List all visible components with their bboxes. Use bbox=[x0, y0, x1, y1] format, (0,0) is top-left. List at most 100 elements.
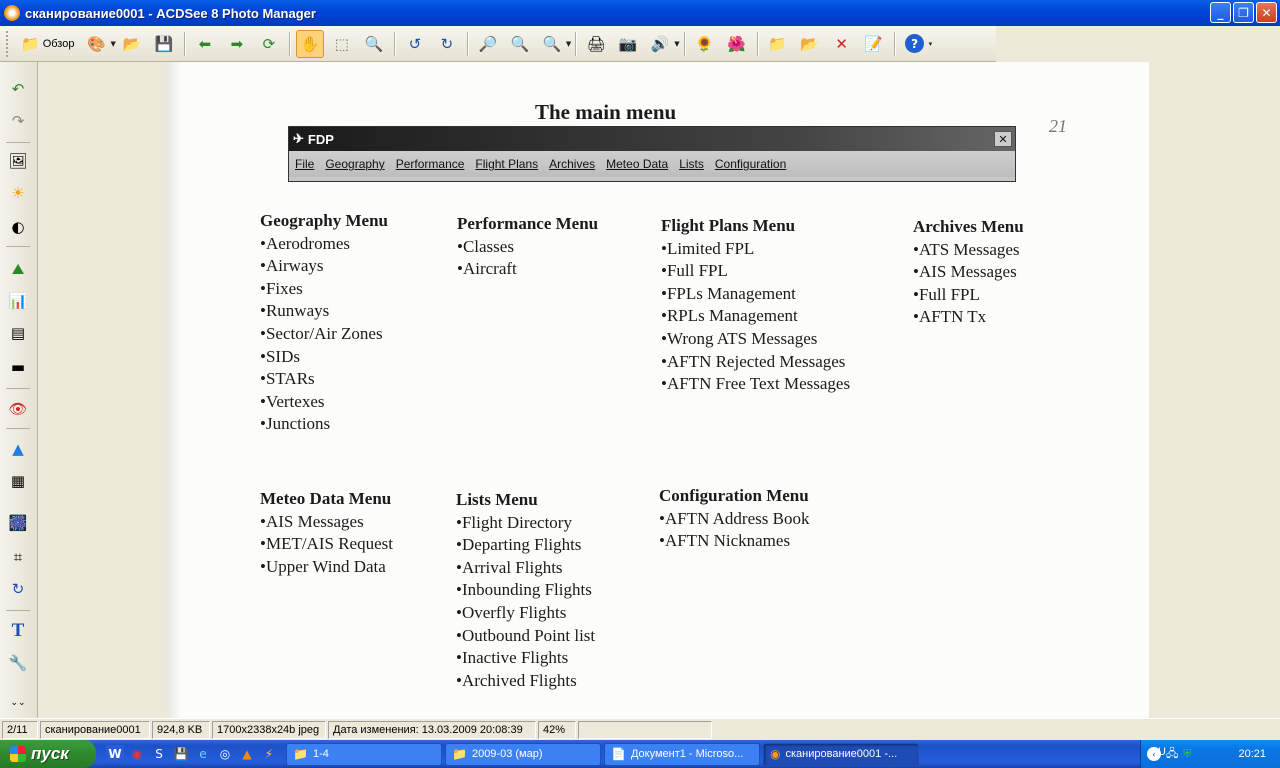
task-label: 1-4 bbox=[312, 748, 329, 760]
clock[interactable]: 20:21 bbox=[1238, 748, 1266, 760]
previous-image-button[interactable]: ⬅ bbox=[191, 30, 219, 58]
edit-button[interactable]: 🎨 bbox=[82, 30, 110, 58]
list-item: Vertexes bbox=[260, 391, 388, 414]
hand-tool-button[interactable]: ✋ bbox=[295, 29, 324, 58]
browse-button[interactable]: 📁 Обзор bbox=[17, 30, 78, 58]
status-filesize: 924,8 KB bbox=[152, 720, 210, 739]
skype-icon[interactable]: S bbox=[150, 745, 168, 763]
toolbar-separator bbox=[466, 31, 468, 56]
internet-explorer-icon[interactable]: e bbox=[194, 745, 212, 763]
fdp-close-icon: ✕ bbox=[994, 131, 1012, 147]
red-eye-button[interactable]: 👁 bbox=[7, 398, 29, 420]
effects-button[interactable]: 🎆 bbox=[7, 512, 29, 534]
word-icon: 📄 bbox=[611, 747, 626, 761]
audio-dropdown-icon[interactable]: ▼ bbox=[674, 40, 679, 48]
histogram-button[interactable]: 📊 bbox=[7, 290, 29, 312]
wallpaper-tiled-button[interactable]: 🌺 bbox=[723, 30, 751, 58]
zoom-dropdown-icon[interactable]: ▼ bbox=[566, 40, 571, 48]
opera-icon[interactable]: ◉ bbox=[128, 745, 146, 763]
geography-menu-list: Geography Menu Aerodromes Airways Fixes … bbox=[260, 210, 388, 436]
selection-rectangle-icon: ⬚ bbox=[334, 34, 349, 53]
list-item: AIS Messages bbox=[260, 511, 393, 534]
taskbar-item-folder-1-4[interactable]: 📁 1-4 bbox=[286, 742, 442, 766]
folder-icon: 📁 bbox=[452, 747, 467, 761]
window-title: сканирование0001 - ACDSee 8 Photo Manage… bbox=[25, 5, 316, 21]
zoom-in-button[interactable]: 🔎 bbox=[474, 30, 502, 58]
menu-heading: Meteo Data Menu bbox=[260, 489, 392, 508]
auto-advance-button[interactable]: ⟳ bbox=[255, 30, 283, 58]
print-button[interactable]: 🖨 bbox=[582, 30, 610, 58]
minimize-button[interactable]: _ bbox=[1210, 2, 1231, 23]
restore-button[interactable]: ❐ bbox=[1233, 2, 1254, 23]
left-toolbar-expand-button[interactable]: ⌄⌄ bbox=[7, 696, 29, 710]
select-tool-button[interactable]: ⬚ bbox=[328, 30, 356, 58]
delete-x-icon: ✕ bbox=[835, 34, 848, 53]
rotate-right-button[interactable]: ↻ bbox=[433, 30, 461, 58]
list-item: AFTN Rejected Messages bbox=[661, 351, 850, 374]
taskbar-item-folder-2009-03[interactable]: 📁 2009-03 (мар) bbox=[445, 742, 601, 766]
fdp-title: FDP bbox=[307, 131, 334, 147]
toolbar-grip[interactable] bbox=[6, 30, 9, 57]
zoom-tool-button[interactable]: 🔍 bbox=[360, 30, 388, 58]
acdsee-app-icon[interactable] bbox=[4, 5, 20, 21]
taskbar-item-word-document[interactable]: 📄 Документ1 - Microso... bbox=[604, 742, 760, 766]
zoom-mode-button[interactable]: 🔍 bbox=[538, 30, 566, 58]
delete-button[interactable]: ✕ bbox=[828, 30, 856, 58]
scan-page-edge bbox=[167, 62, 181, 718]
taskbar-item-acdsee[interactable]: ◉ сканирование0001 -... bbox=[763, 742, 919, 766]
close-button[interactable]: ✕ bbox=[1256, 2, 1277, 23]
toolbar-overflow-icon[interactable]: ▾ bbox=[929, 40, 933, 48]
rotate-left-button[interactable]: ↺ bbox=[401, 30, 429, 58]
list-item: RPLs Management bbox=[661, 305, 850, 328]
floppy-icon[interactable]: 💾 bbox=[172, 745, 190, 763]
noise-button[interactable]: ▦ bbox=[7, 470, 29, 492]
zoom-fit-icon: 🔍 bbox=[542, 34, 562, 53]
open-button[interactable]: 📂 bbox=[118, 30, 146, 58]
move-to-folder-button[interactable]: 📁 bbox=[764, 30, 792, 58]
exposure-button[interactable]: ☀ bbox=[7, 182, 29, 204]
audio-button[interactable]: 🔊 bbox=[646, 30, 674, 58]
start-button[interactable]: пуск bbox=[0, 740, 96, 768]
text-button[interactable]: T bbox=[7, 620, 29, 642]
copy-to-folder-button[interactable]: 📂 bbox=[796, 30, 824, 58]
grayscale-button[interactable]: ▬ bbox=[7, 356, 29, 378]
help-button[interactable]: ? bbox=[901, 30, 929, 58]
word-icon[interactable]: W bbox=[106, 745, 124, 763]
list-item: Inbounding Flights bbox=[456, 579, 595, 602]
vlc-icon[interactable]: ▲ bbox=[238, 745, 256, 763]
sharpen-button[interactable]: ▲ bbox=[7, 438, 29, 460]
save-button[interactable]: 💾 bbox=[150, 30, 178, 58]
acquire-button[interactable]: 📷 bbox=[614, 30, 642, 58]
color-bars-icon: ▤ bbox=[10, 324, 26, 342]
lightning-icon[interactable]: ⚡ bbox=[260, 745, 278, 763]
media-player-icon[interactable]: ◎ bbox=[216, 745, 234, 763]
tools-button[interactable]: 🔧 bbox=[7, 652, 29, 674]
image-cycle-icon: ⟳ bbox=[262, 34, 276, 53]
browse-label: Обзор bbox=[42, 37, 75, 50]
list-item: AFTN Address Book bbox=[659, 508, 810, 531]
crop-button[interactable]: ⌗ bbox=[7, 546, 29, 568]
red-eye-image-button[interactable]: 🖼 bbox=[7, 150, 29, 172]
undo-button[interactable]: ↶ bbox=[7, 78, 29, 100]
list-item: Flight Directory bbox=[456, 512, 595, 535]
status-zoom: 42% bbox=[538, 720, 576, 739]
levels-button[interactable]: ⛰ bbox=[7, 258, 29, 280]
wallpaper-centered-button[interactable]: 🌻 bbox=[691, 30, 719, 58]
properties-button[interactable]: 📝 bbox=[860, 30, 888, 58]
edit-dropdown-icon[interactable]: ▼ bbox=[110, 40, 115, 48]
language-indicator[interactable]: RU bbox=[1150, 746, 1166, 758]
list-item: Full FPL bbox=[913, 284, 1024, 307]
network-icon[interactable]: 🖧 bbox=[1166, 745, 1178, 764]
redo-button[interactable]: ↷ bbox=[7, 110, 29, 132]
list-item: STARs bbox=[260, 368, 388, 391]
contrast-button[interactable]: ◐ bbox=[7, 216, 29, 238]
rotate-button[interactable]: ↻ bbox=[7, 578, 29, 600]
security-icon[interactable]: ⛨ bbox=[1183, 748, 1191, 761]
scanned-image[interactable]: The main menu 21 ✈ FDP ✕ File Geography … bbox=[167, 62, 1149, 718]
color-balance-button[interactable]: ▤ bbox=[7, 322, 29, 344]
document-check-icon: 📝 bbox=[864, 34, 883, 53]
list-item: Airways bbox=[260, 255, 388, 278]
list-item: SIDs bbox=[260, 346, 388, 369]
next-image-button[interactable]: ➡ bbox=[223, 30, 251, 58]
zoom-out-button[interactable]: 🔍 bbox=[506, 30, 534, 58]
